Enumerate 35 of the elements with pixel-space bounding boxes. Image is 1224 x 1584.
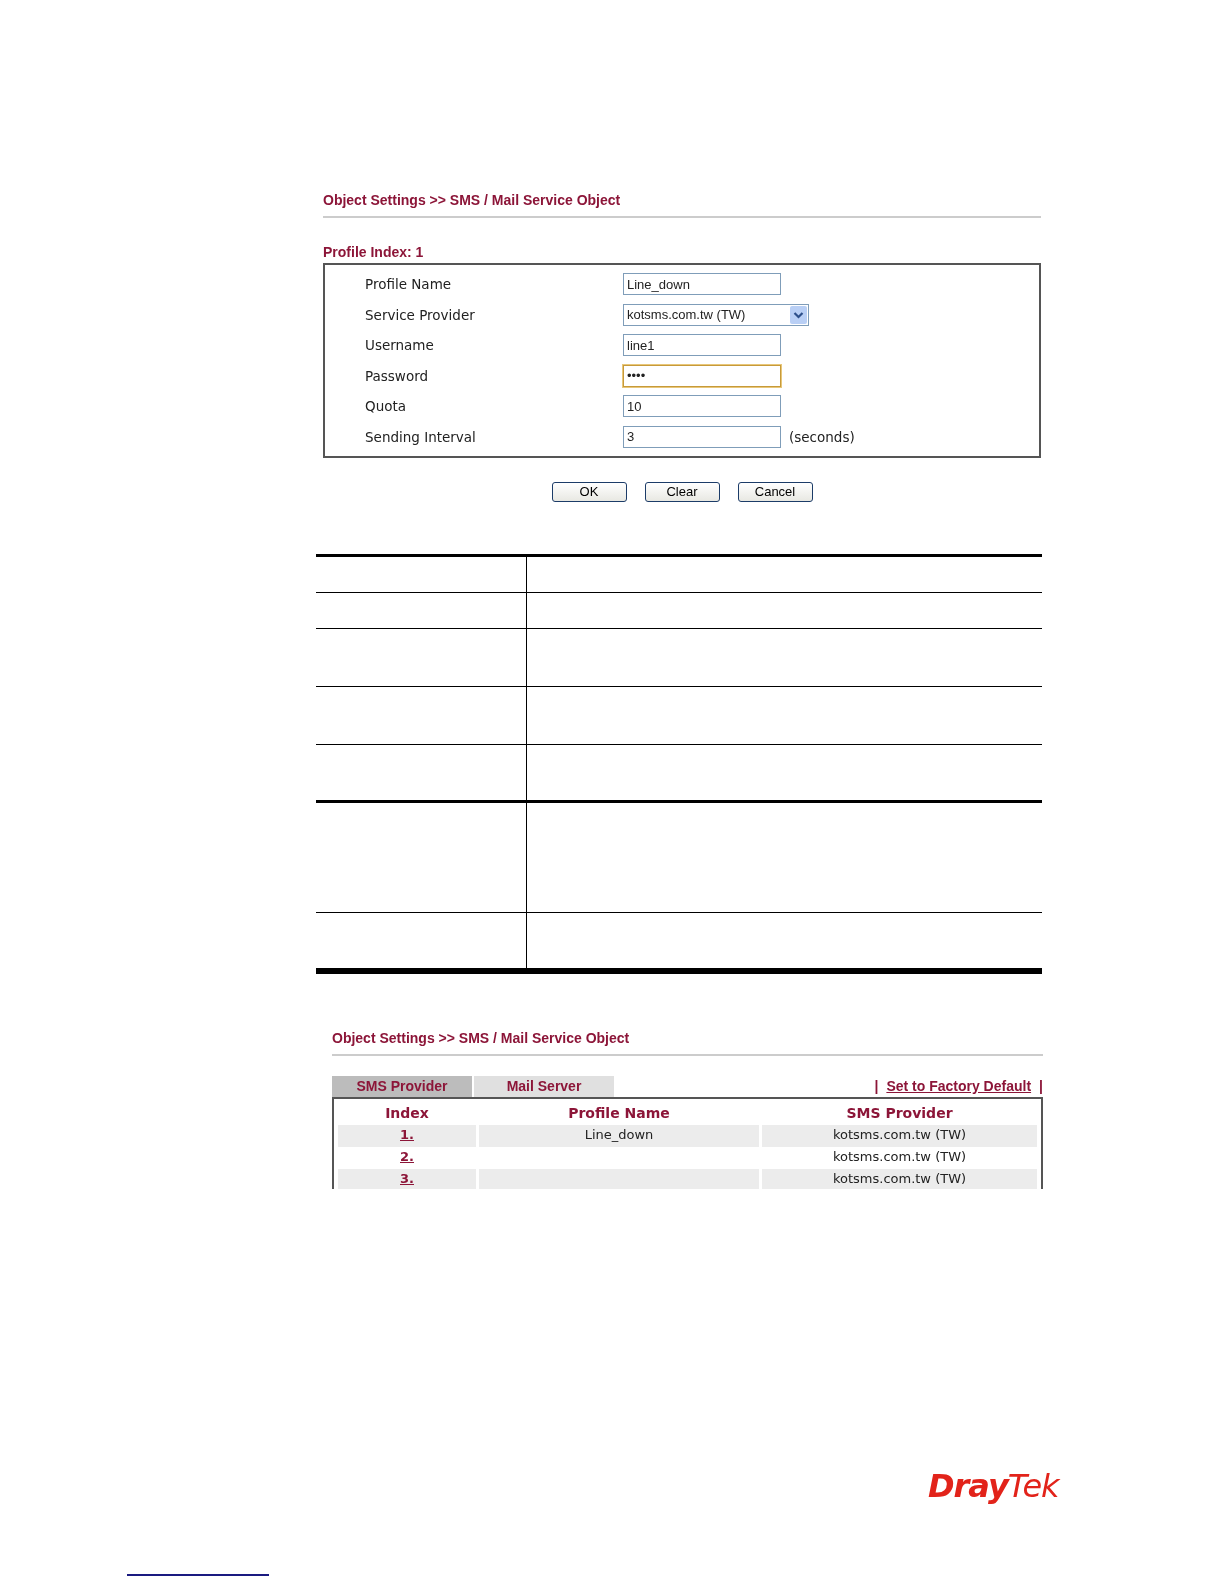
tab[interactable]: SMS Provider — [332, 1076, 472, 1097]
field-label: Quota — [365, 397, 407, 417]
form-button[interactable]: OK — [551, 482, 627, 502]
provider-dropdown[interactable]: kotsms.com.tw (TW) — [623, 303, 809, 326]
table-cell: Line_down — [479, 1125, 759, 1147]
input-field[interactable]: 10 — [623, 395, 781, 418]
field-label: Profile Name — [365, 275, 453, 295]
password-field[interactable]: •••• — [623, 364, 781, 387]
index-link[interactable]: 1. — [400, 1127, 414, 1142]
table-cell: kotsms.com.tw (TW) — [762, 1169, 1037, 1189]
section-heading: Profile Index: 1 — [323, 244, 424, 260]
separator-text: | — [1039, 1077, 1043, 1096]
table-cell-text: kotsms.com.tw (TW) — [831, 1148, 968, 1166]
field-label: Sending Interval — [365, 427, 477, 447]
separator-text: | — [874, 1077, 879, 1096]
form-button[interactable]: Clear — [644, 482, 720, 502]
column-header: Index — [384, 1104, 430, 1123]
index-link[interactable]: 3. — [400, 1171, 414, 1186]
brand-logo: DrayTek — [928, 1466, 1059, 1507]
input-field[interactable]: 3 — [623, 425, 781, 448]
tab[interactable]: Mail Server — [474, 1076, 614, 1097]
field-label: Service Provider — [365, 305, 476, 325]
breadcrumb-title: Object Settings >> SMS / Mail Service Object — [332, 1030, 630, 1046]
column-header: SMS Provider — [845, 1104, 954, 1123]
factory-default-link[interactable]: Set to Factory Default — [886, 1076, 1032, 1097]
input-field[interactable]: line1 — [623, 334, 781, 357]
form-button[interactable]: Cancel — [737, 482, 813, 502]
breadcrumb-title: Object Settings >> SMS / Mail Service Object — [323, 192, 621, 208]
table-cell: kotsms.com.tw (TW) — [762, 1125, 1037, 1147]
column-header: Profile Name — [567, 1104, 671, 1123]
unit-label: (seconds) — [789, 427, 855, 447]
input-field[interactable]: Line_down — [623, 273, 781, 296]
field-label: Password — [365, 366, 430, 386]
index-link[interactable]: 2. — [400, 1149, 414, 1164]
field-label: Username — [365, 336, 435, 356]
